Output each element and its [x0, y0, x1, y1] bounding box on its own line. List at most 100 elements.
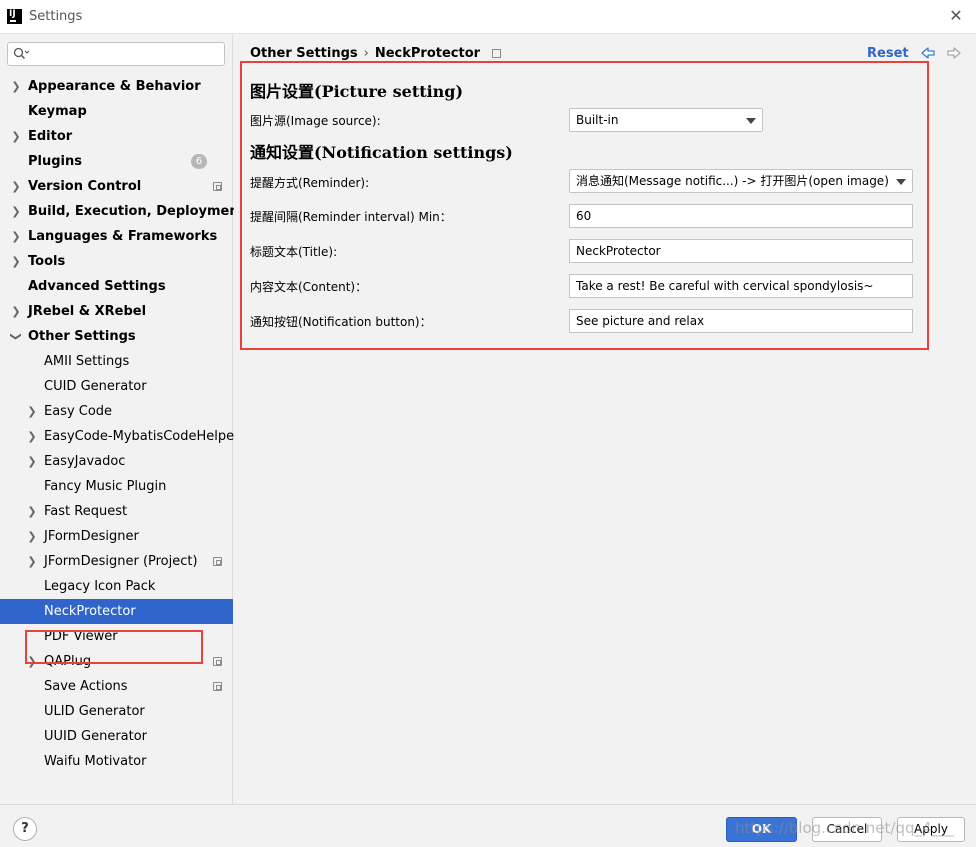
sidebar-item-jformdesigner-project[interactable]: ❯ JFormDesigner (Project) — [0, 549, 233, 574]
sidebar-item-uuid-generator[interactable]: UUID Generator — [0, 724, 233, 749]
sidebar-item-label: Other Settings — [28, 329, 136, 344]
ok-button[interactable]: OK — [726, 817, 797, 842]
sidebar-item-label: Editor — [28, 129, 73, 144]
sidebar-item-label: Waifu Motivator — [44, 754, 147, 769]
help-button[interactable]: ? — [13, 817, 37, 841]
chevron-right-icon[interactable]: ❯ — [27, 499, 37, 524]
back-arrow-icon[interactable] — [920, 45, 936, 61]
chevron-right-icon[interactable]: ❯ — [11, 74, 21, 99]
sidebar-item-legacy-icon-pack[interactable]: Legacy Icon Pack — [0, 574, 233, 599]
dialog-footer: ? OK Cancel Apply https://blog.csdn.net/… — [0, 804, 976, 847]
sidebar-item-tools[interactable]: ❯ Tools — [0, 249, 233, 274]
intellij-logo-icon: IJ — [7, 9, 22, 24]
picture-section-title: 图片设置(Picture setting) — [250, 82, 464, 101]
chevron-down-icon[interactable]: ❯ — [4, 332, 29, 342]
cancel-button[interactable]: Cancel — [812, 817, 882, 842]
sidebar-item-label: AMII Settings — [44, 354, 130, 369]
sidebar-item-label: Advanced Settings — [28, 279, 166, 294]
sidebar-item-label: NeckProtector — [44, 604, 136, 619]
chevron-right-icon[interactable]: ❯ — [27, 424, 37, 449]
chevron-right-icon[interactable]: ❯ — [11, 299, 21, 324]
reminder-label: 提醒方式(Reminder): — [250, 176, 370, 190]
sidebar-item-jrebel-xrebel[interactable]: ❯ JRebel & XRebel — [0, 299, 233, 324]
sidebar-item-editor[interactable]: ❯ Editor — [0, 124, 233, 149]
content-label: 内容文本(Content)： — [250, 280, 368, 294]
sidebar-item-easy-code[interactable]: ❯ Easy Code — [0, 399, 233, 424]
breadcrumb-separator: › — [363, 46, 369, 61]
project-scope-icon — [492, 49, 502, 58]
chevron-right-icon[interactable]: ❯ — [27, 549, 37, 574]
sidebar-item-label: Fast Request — [44, 504, 128, 519]
reminder-value: 消息通知(Message notific...) -> 打开图片(open im… — [576, 174, 889, 188]
sidebar-item-save-actions[interactable]: Save Actions — [0, 674, 233, 699]
settings-content: Other Settings › NeckProtector Reset 图片设置(… — [234, 35, 976, 804]
sidebar-item-ulid-generator[interactable]: ULID Generator — [0, 699, 233, 724]
title-label: 标题文本(Title): — [250, 245, 338, 259]
breadcrumb-current: NeckProtector — [374, 46, 481, 61]
sidebar-item-label: Keymap — [28, 104, 87, 119]
sidebar-item-label: Build, Execution, Deployment — [28, 204, 245, 219]
sidebar-item-label: Tools — [28, 254, 66, 269]
project-scope-icon — [213, 657, 222, 666]
sidebar-item-neckprotector[interactable]: NeckProtector — [0, 599, 233, 624]
image-source-select[interactable]: Built-in — [569, 108, 763, 132]
reminder-interval-field[interactable] — [569, 204, 913, 228]
sidebar-item-build-execution-deployment[interactable]: ❯ Build, Execution, Deployment — [0, 199, 244, 224]
chevron-right-icon[interactable]: ❯ — [11, 124, 21, 149]
sidebar-item-version-control[interactable]: ❯ Version Control — [0, 174, 233, 199]
search-input[interactable] — [34, 45, 220, 63]
project-scope-icon — [213, 182, 222, 191]
sidebar-item-fast-request[interactable]: ❯ Fast Request — [0, 499, 233, 524]
breadcrumb: Other Settings › NeckProtector — [250, 46, 502, 61]
sidebar-item-easyjavadoc[interactable]: ❯ EasyJavadoc — [0, 449, 233, 474]
project-scope-icon — [213, 557, 222, 566]
close-icon[interactable]: ✕ — [946, 6, 966, 26]
notification-button-label: 通知按钮(Notification button)： — [250, 315, 432, 329]
reminder-select[interactable]: 消息通知(Message notific...) -> 打开图片(open im… — [569, 169, 913, 193]
sidebar-item-fancy-music-plugin[interactable]: Fancy Music Plugin — [0, 474, 233, 499]
selection-annotation-frame — [25, 630, 203, 664]
sidebar-item-label: Version Control — [28, 179, 142, 194]
sidebar-item-label: Easy Code — [44, 404, 113, 419]
chevron-down-icon — [896, 179, 906, 185]
chevron-right-icon[interactable]: ❯ — [27, 524, 37, 549]
sidebar-item-jformdesigner[interactable]: ❯ JFormDesigner — [0, 524, 233, 549]
sidebar-item-label: CUID Generator — [44, 379, 147, 394]
chevron-right-icon[interactable]: ❯ — [11, 249, 21, 274]
content-field[interactable] — [569, 274, 913, 298]
sidebar-item-easycode-mybatiscodehelper[interactable]: ❯ EasyCode-MybatisCodeHelper — [0, 424, 239, 449]
notification-button-field[interactable] — [569, 309, 913, 333]
sidebar-item-label: ULID Generator — [44, 704, 145, 719]
chevron-right-icon[interactable]: ❯ — [27, 449, 37, 474]
plugins-count-badge: 6 — [191, 154, 207, 169]
sidebar-item-label: Fancy Music Plugin — [44, 479, 167, 494]
project-scope-icon — [213, 682, 222, 691]
sidebar-item-waifu-motivator[interactable]: Waifu Motivator — [0, 749, 233, 774]
sidebar-item-other-settings[interactable]: ❯ Other Settings — [0, 324, 233, 349]
sidebar-item-languages-frameworks[interactable]: ❯ Languages & Frameworks — [0, 224, 233, 249]
chevron-down-icon — [746, 118, 756, 124]
chevron-right-icon[interactable]: ❯ — [11, 174, 21, 199]
notification-section-title: 通知设置(Notification settings) — [250, 143, 513, 162]
apply-button[interactable]: Apply — [897, 817, 965, 842]
forward-arrow-icon[interactable] — [946, 45, 962, 61]
chevron-right-icon[interactable]: ❯ — [11, 199, 21, 224]
chevron-right-icon[interactable]: ❯ — [27, 399, 37, 424]
sidebar-item-keymap[interactable]: Keymap — [0, 99, 233, 124]
search-box[interactable] — [7, 42, 225, 66]
sidebar-item-cuid-generator[interactable]: CUID Generator — [0, 374, 233, 399]
sidebar-item-appearance-behavior[interactable]: ❯ Appearance & Behavior — [0, 74, 233, 99]
sidebar-item-label: EasyCode-MybatisCodeHelper — [44, 429, 240, 444]
sidebar-item-plugins[interactable]: Plugins 6 — [0, 149, 233, 174]
search-icon — [13, 47, 29, 60]
window-title: Settings — [29, 9, 83, 24]
sidebar-item-amii-settings[interactable]: AMII Settings — [0, 349, 233, 374]
sidebar-item-advanced-settings[interactable]: Advanced Settings — [0, 274, 233, 299]
sidebar-item-label: Save Actions — [44, 679, 128, 694]
settings-sidebar: ❯ Appearance & Behavior Keymap ❯ Editor Pl… — [0, 35, 245, 804]
reset-button[interactable]: Reset — [867, 46, 909, 61]
breadcrumb-parent[interactable]: Other Settings — [250, 46, 358, 61]
title-field[interactable] — [569, 239, 913, 263]
sidebar-item-label: JRebel & XRebel — [28, 304, 147, 319]
chevron-right-icon[interactable]: ❯ — [11, 224, 21, 249]
